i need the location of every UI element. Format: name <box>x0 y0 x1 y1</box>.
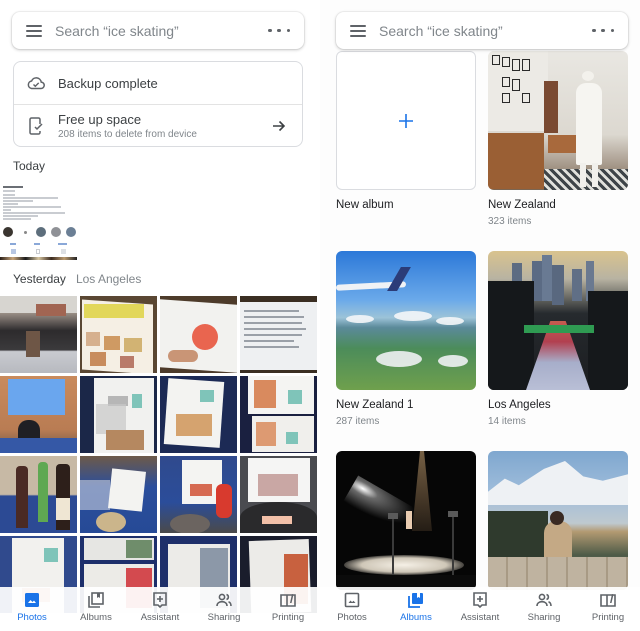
photo-thumbnail[interactable] <box>240 296 317 373</box>
nav-tab-assistant[interactable]: Assistant <box>128 587 192 631</box>
new-album-cover[interactable] <box>336 51 476 190</box>
nav-tab-sharing[interactable]: Sharing <box>192 587 256 631</box>
nav-label: Assistant <box>140 612 180 623</box>
album-tile[interactable]: New Zealand 323 items <box>488 51 628 227</box>
section-header-yesterday: Yesterday Los Angeles <box>13 272 141 286</box>
photo-thumbnail[interactable] <box>80 376 157 453</box>
nav-tab-albums[interactable]: Albums <box>64 587 128 631</box>
photo-thumbnail-screenshot[interactable] <box>0 182 77 260</box>
photo-thumbnail[interactable] <box>240 376 317 453</box>
nav-tab-sharing[interactable]: Sharing <box>512 587 576 631</box>
bottom-navigation: Photos Albums Assistant Sharing Printing <box>0 587 320 631</box>
nav-tab-albums[interactable]: Albums <box>384 587 448 631</box>
photos-icon <box>25 593 39 607</box>
nav-label: Sharing <box>527 612 561 623</box>
section-header-today: Today <box>13 159 45 173</box>
albums-icon <box>88 592 104 608</box>
nav-label: Albums <box>80 612 112 623</box>
album-cover[interactable] <box>488 451 628 590</box>
printing-icon <box>600 594 616 607</box>
printing-icon <box>280 594 296 607</box>
album-cover[interactable] <box>336 251 476 390</box>
photo-thumbnail[interactable] <box>0 376 77 453</box>
album-name: New Zealand 1 <box>336 399 414 411</box>
new-album-tile[interactable]: New album <box>336 51 476 211</box>
album-name: Los Angeles <box>488 399 551 411</box>
photos-icon <box>344 592 360 608</box>
status-card: Backup complete Free up space 208 items … <box>13 61 303 147</box>
section-date: Yesterday <box>13 272 66 286</box>
section-location: Los Angeles <box>75 272 142 286</box>
search-bar[interactable] <box>12 12 304 49</box>
nav-tab-printing[interactable]: Printing <box>576 587 640 631</box>
free-up-subtitle: 208 items to delete from device <box>58 128 197 140</box>
backup-title: Backup complete <box>58 75 158 91</box>
albums-screen: New album N <box>320 0 640 631</box>
photo-thumbnail[interactable] <box>80 296 157 373</box>
nav-tab-printing[interactable]: Printing <box>256 587 320 631</box>
more-horizontal-icon[interactable] <box>268 24 290 38</box>
cloud-check-icon <box>26 73 46 93</box>
nav-tab-photos[interactable]: Photos <box>0 587 64 631</box>
sharing-icon <box>536 593 552 607</box>
search-bar[interactable] <box>336 12 628 49</box>
phone-check-icon <box>26 116 46 136</box>
albums-icon <box>408 593 423 608</box>
photo-thumbnail[interactable] <box>240 456 317 533</box>
sharing-icon <box>216 593 232 607</box>
hamburger-menu-icon[interactable] <box>26 24 42 37</box>
photo-thumbnail[interactable] <box>160 456 237 533</box>
assistant-icon <box>473 592 487 609</box>
search-input[interactable] <box>379 22 592 39</box>
nav-label: Assistant <box>460 612 500 623</box>
plus-icon <box>399 113 413 128</box>
album-name: New album <box>336 199 394 211</box>
arrow-right-icon[interactable] <box>270 117 288 135</box>
photo-thumbnail[interactable] <box>160 376 237 453</box>
photo-thumbnail[interactable] <box>0 456 77 533</box>
album-tile[interactable]: New Zealand 1 287 items <box>336 251 476 427</box>
photos-screen: Backup complete Free up space 208 items … <box>0 0 320 631</box>
nav-label: Photos <box>17 612 47 623</box>
album-tile[interactable] <box>488 451 628 590</box>
nav-tab-assistant[interactable]: Assistant <box>448 587 512 631</box>
photo-grid <box>0 296 320 613</box>
nav-label: Sharing <box>207 612 241 623</box>
album-name: New Zealand <box>488 199 556 211</box>
album-cover[interactable] <box>488 51 628 190</box>
section-date: Today <box>13 159 46 173</box>
free-up-title: Free up space <box>58 111 142 127</box>
album-tile[interactable] <box>336 451 476 590</box>
album-tile[interactable]: Los Angeles 14 items <box>488 251 628 427</box>
photo-thumbnail[interactable] <box>80 456 157 533</box>
album-item-count: 287 items <box>336 416 380 427</box>
album-cover[interactable] <box>488 251 628 390</box>
assistant-icon <box>153 592 167 609</box>
nav-label: Printing <box>591 612 625 623</box>
bottom-navigation: Photos Albums Assistant Sharing Printing <box>320 587 640 631</box>
backup-status-row[interactable]: Backup complete <box>14 62 302 104</box>
photo-thumbnail[interactable] <box>160 296 237 373</box>
more-horizontal-icon[interactable] <box>592 24 614 38</box>
album-item-count: 323 items <box>488 216 532 227</box>
nav-tab-photos[interactable]: Photos <box>320 587 384 631</box>
album-cover[interactable] <box>336 451 476 590</box>
hamburger-menu-icon[interactable] <box>350 24 366 37</box>
free-up-space-row[interactable]: Free up space 208 items to delete from d… <box>14 104 302 146</box>
album-item-count: 14 items <box>488 416 526 427</box>
nav-label: Photos <box>337 612 367 623</box>
search-input[interactable] <box>55 22 268 39</box>
nav-label: Albums <box>400 612 432 623</box>
photo-thumbnail[interactable] <box>0 296 77 373</box>
nav-label: Printing <box>271 612 305 623</box>
